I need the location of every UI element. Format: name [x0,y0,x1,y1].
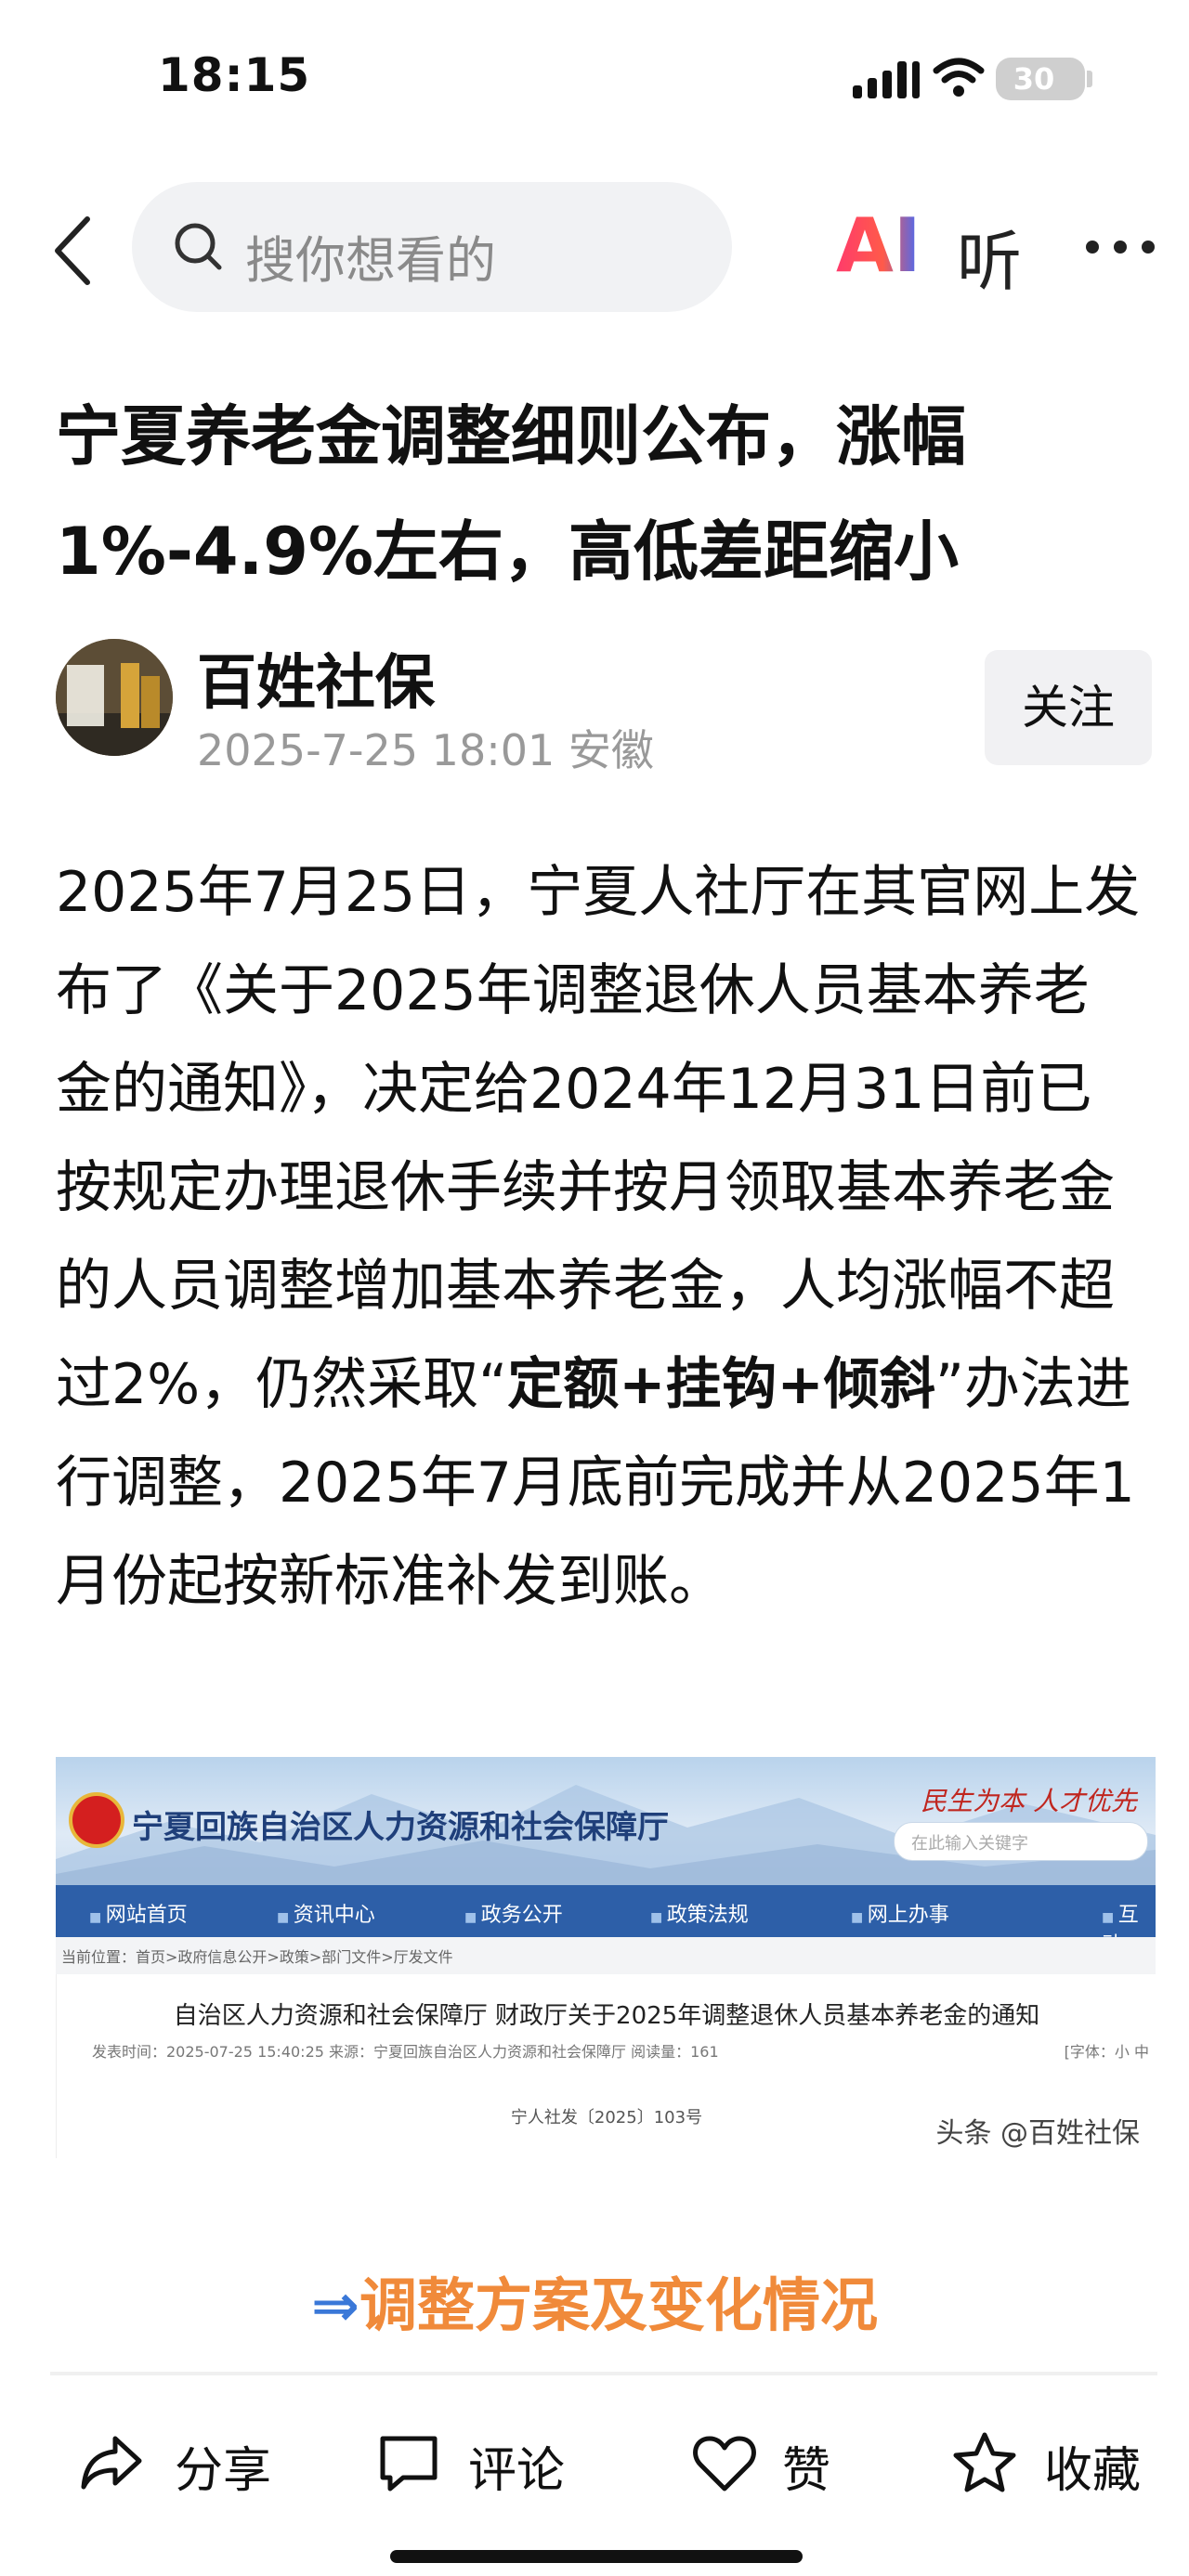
wifi-icon [933,58,985,97]
embed-doc-meta: 发表时间：2025-07-25 15:40:25 来源：宁夏回族自治区人力资源和… [92,2043,719,2061]
embed-nav-item: 政策法规 [650,1898,749,1928]
section-heading: ⇒调整方案及变化情况 [0,2258,1189,2342]
body-part-1: 2025年7月25日，宁夏人社厅在其官网上发布了《关于2025年调整退休人员基本… [56,860,1141,1417]
emblem-icon [69,1792,124,1848]
article-image[interactable]: 宁夏回族自治区人力资源和社会保障厅 民生为本 人才优先 在此输入关键字 网站首页… [56,1757,1156,2158]
embed-search-placeholder: 在此输入关键字 [911,1834,1028,1854]
more-dots-icon[interactable] [1079,219,1161,275]
embed-slogan: 民生为本 人才优先 [921,1786,1137,1816]
listen-button[interactable]: 听 [957,210,1022,304]
embed-nav-item: 政务公开 [464,1898,563,1928]
watermark: 头条 @百姓社保 [935,2117,1140,2150]
battery-tip [1087,71,1092,87]
comment-button[interactable]: 评论 [375,2388,598,2537]
embed-search-box: 在此输入关键字 [894,1822,1148,1861]
share-label: 分享 [175,2443,272,2499]
embed-nav-item: 资讯中心 [277,1898,375,1928]
article-title: 宁夏养老金调整细则公布，涨幅1%-4.9%左右，高低差距缩小 [56,398,966,590]
ai-button[interactable]: AI [836,206,920,284]
comment-label: 评论 [468,2443,566,2499]
follow-button[interactable]: 关注 [985,650,1152,765]
embed-site-name: 宁夏回族自治区人力资源和社会保障厅 [132,1809,669,1846]
embed-doc-title: 自治区人力资源和社会保障厅 财政厅关于2025年调整退休人员基本养老金的通知 [173,2002,1040,2030]
embed-doc-font-size: [字体：小 中 [1064,2043,1149,2061]
signal-icon [853,61,920,98]
favorite-label: 收藏 [1044,2443,1142,2499]
ai-label: AI [836,206,920,284]
author-name[interactable]: 百姓社保 [197,635,435,721]
share-icon [81,2436,142,2490]
share-button[interactable]: 分享 [78,2388,301,2537]
star-icon [953,2432,1016,2492]
body-bold-phrase: 定额+挂钩+倾斜 [507,1352,935,1417]
article-body: 2025年7月25日，宁夏人社厅在其官网上发布了《关于2025年调整退休人员基本… [56,843,1144,1631]
status-time: 18:15 [158,48,311,102]
search-icon [175,223,222,270]
home-indicator[interactable] [390,2550,803,2563]
embed-breadcrumb-bar: 当前位置：首页>政府信息公开>政策>部门文件>厅发文件 [56,1937,1156,1974]
like-label: 赞 [782,2443,831,2499]
embed-document: 自治区人力资源和社会保障厅 财政厅关于2025年调整退休人员基本养老金的通知 发… [56,1974,1156,2158]
battery-indicator: 30 [996,58,1085,100]
like-button[interactable]: 赞 [691,2388,858,2537]
avatar-image [56,639,173,756]
embed-nav-item: 网上办事 [851,1898,949,1928]
publish-meta: 2025-7-25 18:01 安徽 [197,725,654,775]
arrow-right-icon: ⇒ [311,2271,359,2339]
section-heading-text: 调整方案及变化情况 [359,2271,878,2339]
comment-icon [380,2436,438,2491]
search-placeholder: 搜你想看的 [245,231,496,290]
back-button[interactable] [46,212,102,290]
embed-breadcrumb: 当前位置：首页>政府信息公开>政策>部门文件>厅发文件 [61,1948,453,1966]
divider [50,2372,1157,2375]
search-input[interactable]: 搜你想看的 [132,182,732,312]
avatar[interactable] [56,639,173,756]
embed-nav-bar: 网站首页 资讯中心 政务公开 政策法规 网上办事 互动 [56,1885,1156,1957]
heart-icon [693,2436,756,2491]
embed-nav-item: 网站首页 [89,1898,188,1928]
favorite-button[interactable]: 收藏 [951,2388,1156,2537]
battery-percent: 30 [1013,61,1055,97]
